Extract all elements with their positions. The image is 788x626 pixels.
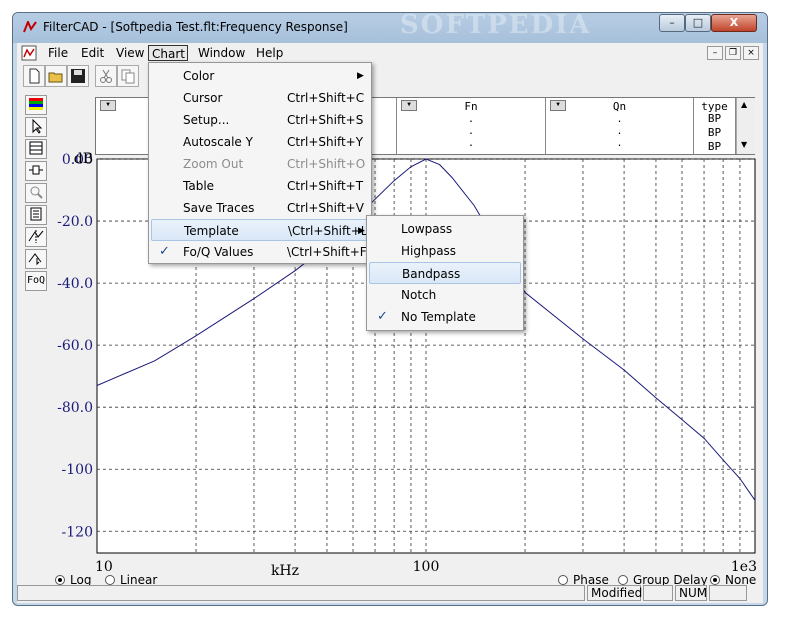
- menu-item-shortcut: Ctrl+Shift+V: [287, 201, 364, 215]
- menu-item-label: Highpass: [401, 244, 457, 258]
- menu-item-label: Color: [183, 69, 215, 83]
- template-item-lowpass[interactable]: Lowpass: [369, 218, 521, 240]
- x-axis-label: kHz: [271, 563, 299, 579]
- status-bar: Modified NUM: [17, 583, 763, 603]
- status-message: [17, 585, 585, 601]
- menu-item-label: Setup...: [183, 113, 230, 127]
- chart-menu-item-color[interactable]: Color ▶: [151, 65, 369, 87]
- status-blank: [643, 585, 673, 601]
- menu-item-label: Fo/Q Values: [183, 245, 254, 259]
- status-modified: Modified: [587, 585, 642, 601]
- chart-menu-item-autoscale-y[interactable]: Autoscale Y Ctrl+Shift+Y: [151, 131, 369, 153]
- chart-menu-item-fo-q-values[interactable]: ✓ Fo/Q Values \Ctrl+Shift+F: [151, 241, 369, 263]
- watermark-text: SOFTPEDIA: [400, 10, 592, 40]
- menu-item-shortcut: Ctrl+Shift+O: [287, 157, 366, 171]
- y-axis-label: dB: [74, 151, 93, 167]
- status-num: NUM: [675, 585, 707, 601]
- template-item-bandpass[interactable]: Bandpass: [369, 262, 521, 284]
- template-item-highpass[interactable]: Highpass: [369, 240, 521, 262]
- chart-menu-item-table[interactable]: Table Ctrl+Shift+T: [151, 175, 369, 197]
- chart-menu-item-setup[interactable]: Setup... Ctrl+Shift+S: [151, 109, 369, 131]
- status-blank-2: [709, 585, 747, 601]
- chart-menu-item-save-traces[interactable]: Save Traces Ctrl+Shift+V: [151, 197, 369, 219]
- menu-item-label: Bandpass: [402, 267, 461, 281]
- window-title: FilterCAD - [Softpedia Test.flt:Frequenc…: [43, 20, 348, 34]
- filtercad-logo-icon: [23, 19, 37, 33]
- checkmark-icon: ✓: [159, 244, 170, 259]
- y-tick-label: -80.0: [57, 400, 93, 416]
- menu-item-label: Lowpass: [401, 222, 453, 236]
- submenu-arrow-icon: ▶: [357, 71, 364, 81]
- menu-item-shortcut: \Ctrl+Shift+F: [287, 245, 367, 259]
- maximize-button[interactable]: □: [685, 14, 711, 32]
- menu-item-shortcut: Ctrl+Shift+C: [287, 91, 365, 105]
- template-item-no-template[interactable]: ✓ No Template: [369, 306, 521, 328]
- menu-item-label: Zoom Out: [183, 157, 244, 171]
- menu-item-shortcut: Ctrl+Shift+Y: [287, 135, 364, 149]
- menu-item-label: Cursor: [183, 91, 223, 105]
- chart-menu-item-zoom-out[interactable]: Zoom Out Ctrl+Shift+O: [151, 153, 369, 175]
- y-tick-label: -120: [62, 524, 93, 540]
- template-item-notch[interactable]: Notch: [369, 284, 521, 306]
- y-tick-label: -100: [62, 462, 93, 478]
- minimize-button[interactable]: –: [659, 14, 685, 32]
- menu-item-label: Autoscale Y: [183, 135, 253, 149]
- x-tick-label: 10: [95, 559, 113, 575]
- x-tick-label: 100: [413, 559, 440, 575]
- menu-item-shortcut: \Ctrl+Shift+L: [288, 224, 368, 238]
- y-tick-label: -40.0: [57, 276, 93, 292]
- menu-item-label: No Template: [401, 310, 476, 324]
- chart-menu-item-cursor[interactable]: Cursor Ctrl+Shift+C: [151, 87, 369, 109]
- menu-item-shortcut: Ctrl+Shift+S: [287, 113, 364, 127]
- chart-menu: Color ▶ Cursor Ctrl+Shift+C Setup... Ctrl+Shi…: [148, 62, 372, 264]
- menu-item-label: Template: [184, 224, 239, 238]
- menu-item-label: Save Traces: [183, 201, 255, 215]
- menu-item-shortcut: Ctrl+Shift+T: [287, 179, 364, 193]
- submenu-arrow-icon: ▶: [358, 226, 365, 236]
- chart-menu-item-template[interactable]: Template \Ctrl+Shift+L ▶: [151, 219, 369, 241]
- checkmark-icon: ✓: [377, 309, 388, 324]
- template-submenu: Lowpass Highpass Bandpass Notch ✓ No Template: [366, 215, 524, 331]
- menu-item-label: Notch: [401, 288, 437, 302]
- close-button[interactable]: X: [711, 14, 757, 32]
- y-tick-label: -20.0: [57, 214, 93, 230]
- menu-item-label: Table: [183, 179, 215, 193]
- y-tick-label: -60.0: [57, 338, 93, 354]
- title-bar: FilterCAD - [Softpedia Test.flt:Frequenc…: [13, 13, 767, 43]
